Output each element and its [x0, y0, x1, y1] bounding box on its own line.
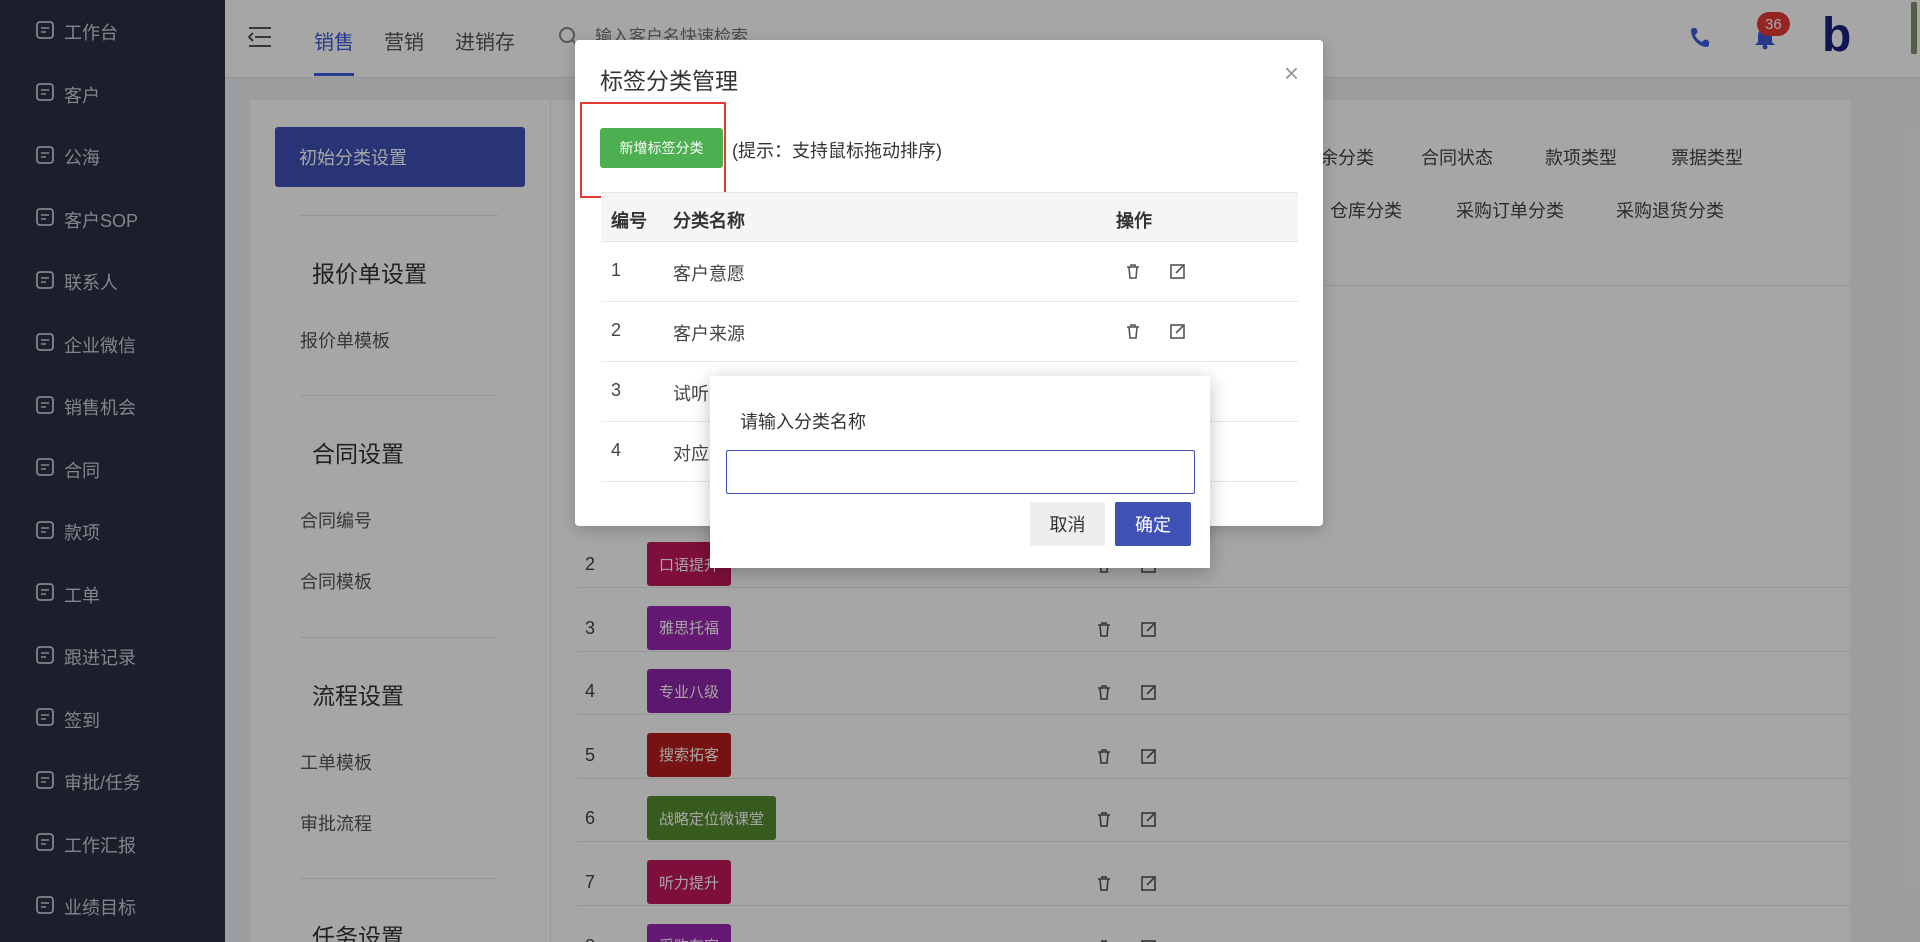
add-tag-category-button[interactable]: 新增标签分类: [600, 128, 723, 168]
row-number: 1: [611, 260, 622, 280]
confirm-button[interactable]: 确定: [1115, 502, 1191, 546]
input-prompt-dialog: 请输入分类名称 取消 确定: [710, 376, 1210, 568]
row-number: 2: [611, 320, 622, 340]
cancel-button[interactable]: 取消: [1030, 502, 1105, 546]
table-header: 编号 分类名称 操作: [601, 192, 1298, 242]
edit-icon[interactable]: [1169, 262, 1187, 280]
category-name: 客户来源: [673, 324, 745, 344]
table-row[interactable]: 1 客户意愿: [601, 242, 1298, 302]
column-name: 分类名称: [673, 211, 745, 231]
modal-title: 标签分类管理: [600, 68, 738, 94]
column-ops: 操作: [1116, 211, 1152, 231]
category-name: 试听: [673, 384, 709, 404]
prompt-label: 请输入分类名称: [740, 412, 866, 432]
row-number: 4: [611, 440, 622, 460]
row-number: 3: [611, 380, 622, 400]
trash-icon[interactable]: [1124, 262, 1142, 280]
category-name: 客户意愿: [673, 264, 745, 284]
drag-sort-hint: (提示：支持鼠标拖动排序): [732, 141, 942, 161]
column-number: 编号: [611, 211, 647, 231]
trash-icon[interactable]: [1124, 322, 1142, 340]
table-row[interactable]: 2 客户来源: [601, 302, 1298, 362]
category-name: 对应: [673, 444, 709, 464]
category-name-input[interactable]: [726, 450, 1195, 494]
close-icon[interactable]: ×: [1284, 60, 1299, 86]
edit-icon[interactable]: [1169, 322, 1187, 340]
